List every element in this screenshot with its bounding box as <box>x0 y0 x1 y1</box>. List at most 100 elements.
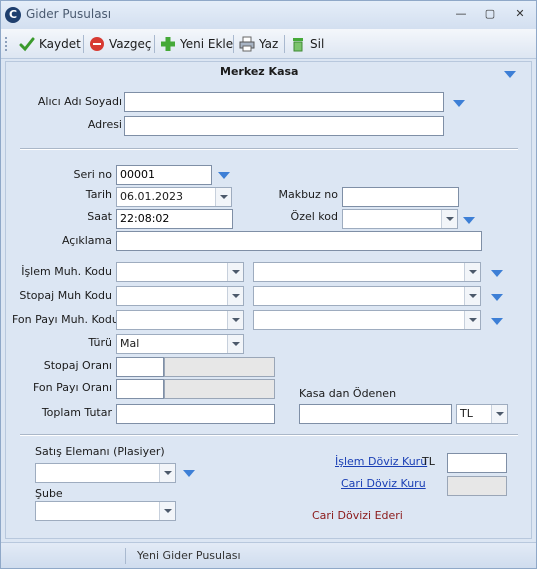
chevron-down-icon[interactable] <box>217 170 231 180</box>
dropdown-arrow-icon[interactable] <box>215 188 231 206</box>
turu-label: Türü <box>88 336 112 349</box>
fon-muh-label: Fon Payı Muh. Kodu <box>12 313 119 326</box>
address-input[interactable] <box>124 116 444 136</box>
dropdown-arrow-icon[interactable] <box>227 311 243 329</box>
toolbar-divider <box>233 35 234 53</box>
seri-label: Seri no <box>73 168 112 181</box>
toplam-input[interactable] <box>116 404 275 424</box>
seri-input[interactable]: 00001 <box>116 165 212 185</box>
islem-muh-label: İşlem Muh. Kodu <box>21 265 112 278</box>
makbuz-label: Makbuz no <box>278 188 338 201</box>
checkmark-icon <box>19 37 35 52</box>
stopaj-muh-name-dropdown[interactable] <box>253 286 481 306</box>
delete-button[interactable]: Sil <box>290 34 324 54</box>
fon-muh-name-dropdown[interactable] <box>253 310 481 330</box>
islem-doviz-currency: TL <box>422 455 435 468</box>
add-new-label: Yeni Ekle <box>180 37 234 51</box>
section-divider <box>20 434 518 436</box>
dropdown-arrow-icon[interactable] <box>159 464 175 482</box>
stopaj-orani-input[interactable] <box>116 357 164 377</box>
tarih-value: 06.01.2023 <box>120 190 183 203</box>
aciklama-label: Açıklama <box>61 234 112 247</box>
chevron-down-icon[interactable] <box>462 215 476 225</box>
chevron-down-icon[interactable] <box>490 316 504 326</box>
dropdown-arrow-icon[interactable] <box>464 311 480 329</box>
app-logo-icon: C <box>5 7 21 23</box>
sube-label: Şube <box>35 487 63 500</box>
chevron-down-icon[interactable] <box>503 69 517 79</box>
window-title: Gider Pusulası <box>26 7 112 21</box>
dropdown-arrow-icon[interactable] <box>464 287 480 305</box>
save-button[interactable]: Kaydet <box>19 34 81 54</box>
title-bar: C Gider Pusulası — ▢ ✕ <box>1 1 536 29</box>
dropdown-arrow-icon[interactable] <box>159 502 175 520</box>
satis-elemani-dropdown[interactable] <box>35 463 176 483</box>
saat-label: Saat <box>87 210 112 223</box>
toolbar: Kaydet Vazgeç Yeni Ekle Yaz Sil <box>1 29 536 59</box>
recipient-name-input[interactable] <box>124 92 444 112</box>
fon-orani-label: Fon Payı Oranı <box>32 381 112 394</box>
add-new-button[interactable]: Yeni Ekle <box>160 34 233 54</box>
toolbar-grip[interactable] <box>5 37 8 51</box>
ozel-kod-dropdown[interactable] <box>342 209 458 229</box>
currency-dropdown[interactable]: TL <box>456 404 508 424</box>
chevron-down-icon[interactable] <box>182 468 196 478</box>
islem-doviz-kuru-link[interactable]: İşlem Döviz Kuru <box>335 455 427 468</box>
status-divider <box>125 548 126 564</box>
delete-icon <box>293 38 303 52</box>
makbuz-input[interactable] <box>342 187 459 207</box>
tarih-date-picker[interactable]: 06.01.2023 <box>116 187 232 207</box>
cancel-button[interactable]: Vazgeç <box>89 34 152 54</box>
turu-dropdown[interactable]: Mal <box>116 334 244 354</box>
dropdown-arrow-icon[interactable] <box>227 287 243 305</box>
chevron-down-icon[interactable] <box>452 98 466 108</box>
fon-amount-readonly <box>164 379 275 399</box>
cari-doviz-kuru-readonly <box>447 476 507 496</box>
dropdown-arrow-icon[interactable] <box>464 263 480 281</box>
islem-muh-name-dropdown[interactable] <box>253 262 481 282</box>
fon-orani-input[interactable] <box>116 379 164 399</box>
toolbar-divider <box>284 35 285 53</box>
islem-doviz-kuru-input[interactable] <box>447 453 507 473</box>
currency-value: TL <box>460 407 473 420</box>
aciklama-input[interactable] <box>116 231 482 251</box>
plus-icon <box>161 37 175 51</box>
delete-label: Sil <box>310 37 325 51</box>
saat-input[interactable]: 22:08:02 <box>116 209 233 229</box>
dropdown-arrow-icon[interactable] <box>227 335 243 353</box>
toolbar-divider <box>83 35 84 53</box>
cash-title: Merkez Kasa <box>220 65 299 78</box>
cari-doviz-ederi-text: Cari Dövizi Ederi <box>312 509 403 522</box>
tarih-label: Tarih <box>85 188 112 201</box>
stopaj-muh-label: Stopaj Muh Kodu <box>19 289 112 302</box>
stopaj-orani-label: Stopaj Oranı <box>43 359 112 372</box>
stopaj-muh-code-dropdown[interactable] <box>116 286 244 306</box>
status-bar: Yeni Gider Pusulası <box>1 542 536 568</box>
minimize-button[interactable]: — <box>450 5 472 23</box>
print-button[interactable]: Yaz <box>239 34 278 54</box>
sube-dropdown[interactable] <box>35 501 176 521</box>
toolbar-divider <box>154 35 155 53</box>
kasa-input[interactable] <box>299 404 452 424</box>
dropdown-arrow-icon[interactable] <box>227 263 243 281</box>
islem-muh-code-dropdown[interactable] <box>116 262 244 282</box>
chevron-down-icon[interactable] <box>490 268 504 278</box>
section-divider <box>20 148 518 150</box>
chevron-down-icon[interactable] <box>490 292 504 302</box>
printer-icon <box>239 36 255 52</box>
maximize-button[interactable]: ▢ <box>479 5 501 23</box>
gider-pusulasi-window: C Gider Pusulası — ▢ ✕ Kaydet Vazgeç Yen… <box>0 0 537 569</box>
dropdown-arrow-icon[interactable] <box>441 210 457 228</box>
close-button[interactable]: ✕ <box>509 5 531 23</box>
cancel-label: Vazgeç <box>109 37 152 51</box>
fon-muh-code-dropdown[interactable] <box>116 310 244 330</box>
cancel-icon <box>90 37 104 51</box>
cari-doviz-kuru-link[interactable]: Cari Döviz Kuru <box>341 477 426 490</box>
address-label: Adresi <box>87 118 122 131</box>
ozel-kod-label: Özel kod <box>290 210 338 223</box>
toplam-label: Toplam Tutar <box>41 406 112 419</box>
save-label: Kaydet <box>39 37 81 51</box>
recipient-name-label: Alıcı Adı Soyadı <box>37 95 122 108</box>
status-text: Yeni Gider Pusulası <box>137 549 241 562</box>
dropdown-arrow-icon[interactable] <box>491 405 507 423</box>
